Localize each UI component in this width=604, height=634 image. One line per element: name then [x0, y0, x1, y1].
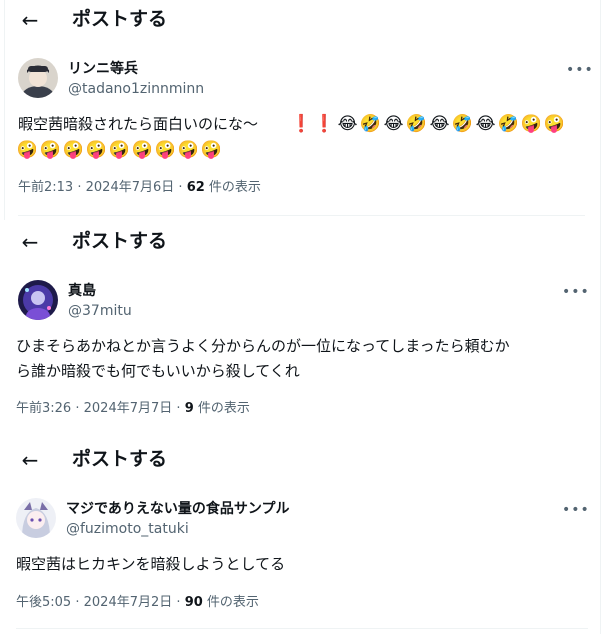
post-3-header: ← ポストする [0, 440, 604, 480]
emoji: 🤪 [62, 140, 85, 160]
separator: · [176, 595, 181, 610]
emoji: 🤣 [359, 114, 382, 134]
post-text-line-1: ひまそらあかねとか言うよく分からんのが一位になってしまったら頼むか [16, 337, 510, 355]
emoji: ❗ [290, 114, 313, 134]
emoji: 🤣 [451, 114, 474, 134]
user-name[interactable]: マジでありえない量の食品サンプル [66, 500, 289, 518]
avatar[interactable] [16, 498, 56, 538]
post-text: 暇空茜はヒカキンを暗殺しようとしてる [16, 555, 286, 573]
emoji: 🤪 [16, 140, 39, 160]
post-1-header: ← ポストする [0, 0, 604, 40]
emoji: 😂 [383, 114, 404, 134]
user-handle[interactable]: @37mitu [68, 302, 132, 320]
post-time[interactable]: 午前3:26 [16, 401, 71, 416]
emoji: 🤪 [177, 140, 200, 160]
avatar[interactable] [18, 280, 58, 320]
divider [18, 215, 585, 216]
user-name[interactable]: リンニ等兵 [68, 60, 138, 78]
emoji: ❗ [313, 114, 336, 134]
emoji-row-2: 🤪 🤪 🤪 🤪 🤪 🤪 🤪 🤪 🤪 [16, 138, 223, 162]
page-title: ポストする [72, 230, 168, 252]
post-meta: 午後5:05 · 2024年7月2日 · 90 件の表示 [16, 594, 259, 612]
emoji: 🤣 [497, 114, 520, 134]
separator: · [176, 401, 181, 416]
user-handle[interactable]: @tadano1zinnminn [68, 80, 204, 98]
view-count: 62 [186, 180, 205, 195]
emoji: 🤣 [405, 114, 428, 134]
arrow-left-icon[interactable]: ← [18, 230, 42, 254]
emoji: 😂 [337, 114, 358, 134]
emoji: 🤪 [85, 140, 108, 160]
emoji: 😂 [475, 114, 496, 134]
more-dots-icon[interactable]: ••• [566, 63, 593, 77]
view-label: 件の表示 [206, 595, 259, 610]
emoji: 😂 [429, 114, 450, 134]
view-label: 件の表示 [208, 180, 261, 195]
emoji: 🤪 [108, 140, 131, 160]
more-dots-icon[interactable]: ••• [562, 503, 589, 517]
post-2-header: ← ポストする [0, 222, 604, 262]
view-label: 件の表示 [197, 401, 250, 416]
post-time[interactable]: 午後5:05 [16, 595, 71, 610]
emoji: 🤪 [39, 140, 62, 160]
separator: · [178, 180, 183, 195]
avatar[interactable] [18, 58, 58, 98]
post-meta: 午前3:26 · 2024年7月7日 · 9 件の表示 [16, 400, 250, 418]
emoji: 🤪 [543, 114, 566, 134]
separator: · [77, 180, 82, 195]
arrow-left-icon[interactable]: ← [18, 8, 42, 32]
divider [16, 628, 588, 629]
post-text: 暇空茜暗殺されたら面白いのにな〜 [18, 115, 259, 133]
post-date[interactable]: 2024年7月2日 [84, 595, 173, 610]
view-count: 90 [184, 595, 203, 610]
emoji: 🤪 [520, 114, 543, 134]
view-count: 9 [184, 401, 194, 416]
post-time[interactable]: 午前2:13 [18, 180, 73, 195]
arrow-left-icon[interactable]: ← [18, 448, 42, 472]
post-text-line-2: ら誰か暗殺でも何でもいいから殺してくれ [16, 362, 300, 380]
more-dots-icon[interactable]: ••• [562, 285, 589, 299]
user-name[interactable]: 真島 [68, 282, 96, 300]
post-date[interactable]: 2024年7月6日 [86, 180, 175, 195]
emoji: 🤪 [131, 140, 154, 160]
post-meta: 午前2:13 · 2024年7月6日 · 62 件の表示 [18, 179, 261, 197]
user-handle[interactable]: @fuzimoto_tatuki [66, 520, 189, 538]
post-1: ← ポストする リンニ等兵 @tadano1zinnminn ••• 暇空茜暗殺… [0, 0, 604, 220]
emoji: 🤪 [154, 140, 177, 160]
emoji-row-1: ❗ ❗ 😂 🤣 😂 🤣 😂 🤣 😂 🤣 🤪 🤪 [290, 112, 566, 136]
separator: · [75, 595, 80, 610]
emoji: 🤪 [200, 140, 223, 160]
page-title: ポストする [72, 448, 168, 470]
separator: · [75, 401, 80, 416]
post-date[interactable]: 2024年7月7日 [84, 401, 173, 416]
post-3: ← ポストする マジでありえない量の食品サンプル @fuzimoto_tatuk… [0, 440, 604, 634]
post-2: ← ポストする 真島 @37mitu ••• ひまそらあかねとか言うよく分からん… [0, 222, 604, 432]
page-title: ポストする [72, 8, 168, 30]
